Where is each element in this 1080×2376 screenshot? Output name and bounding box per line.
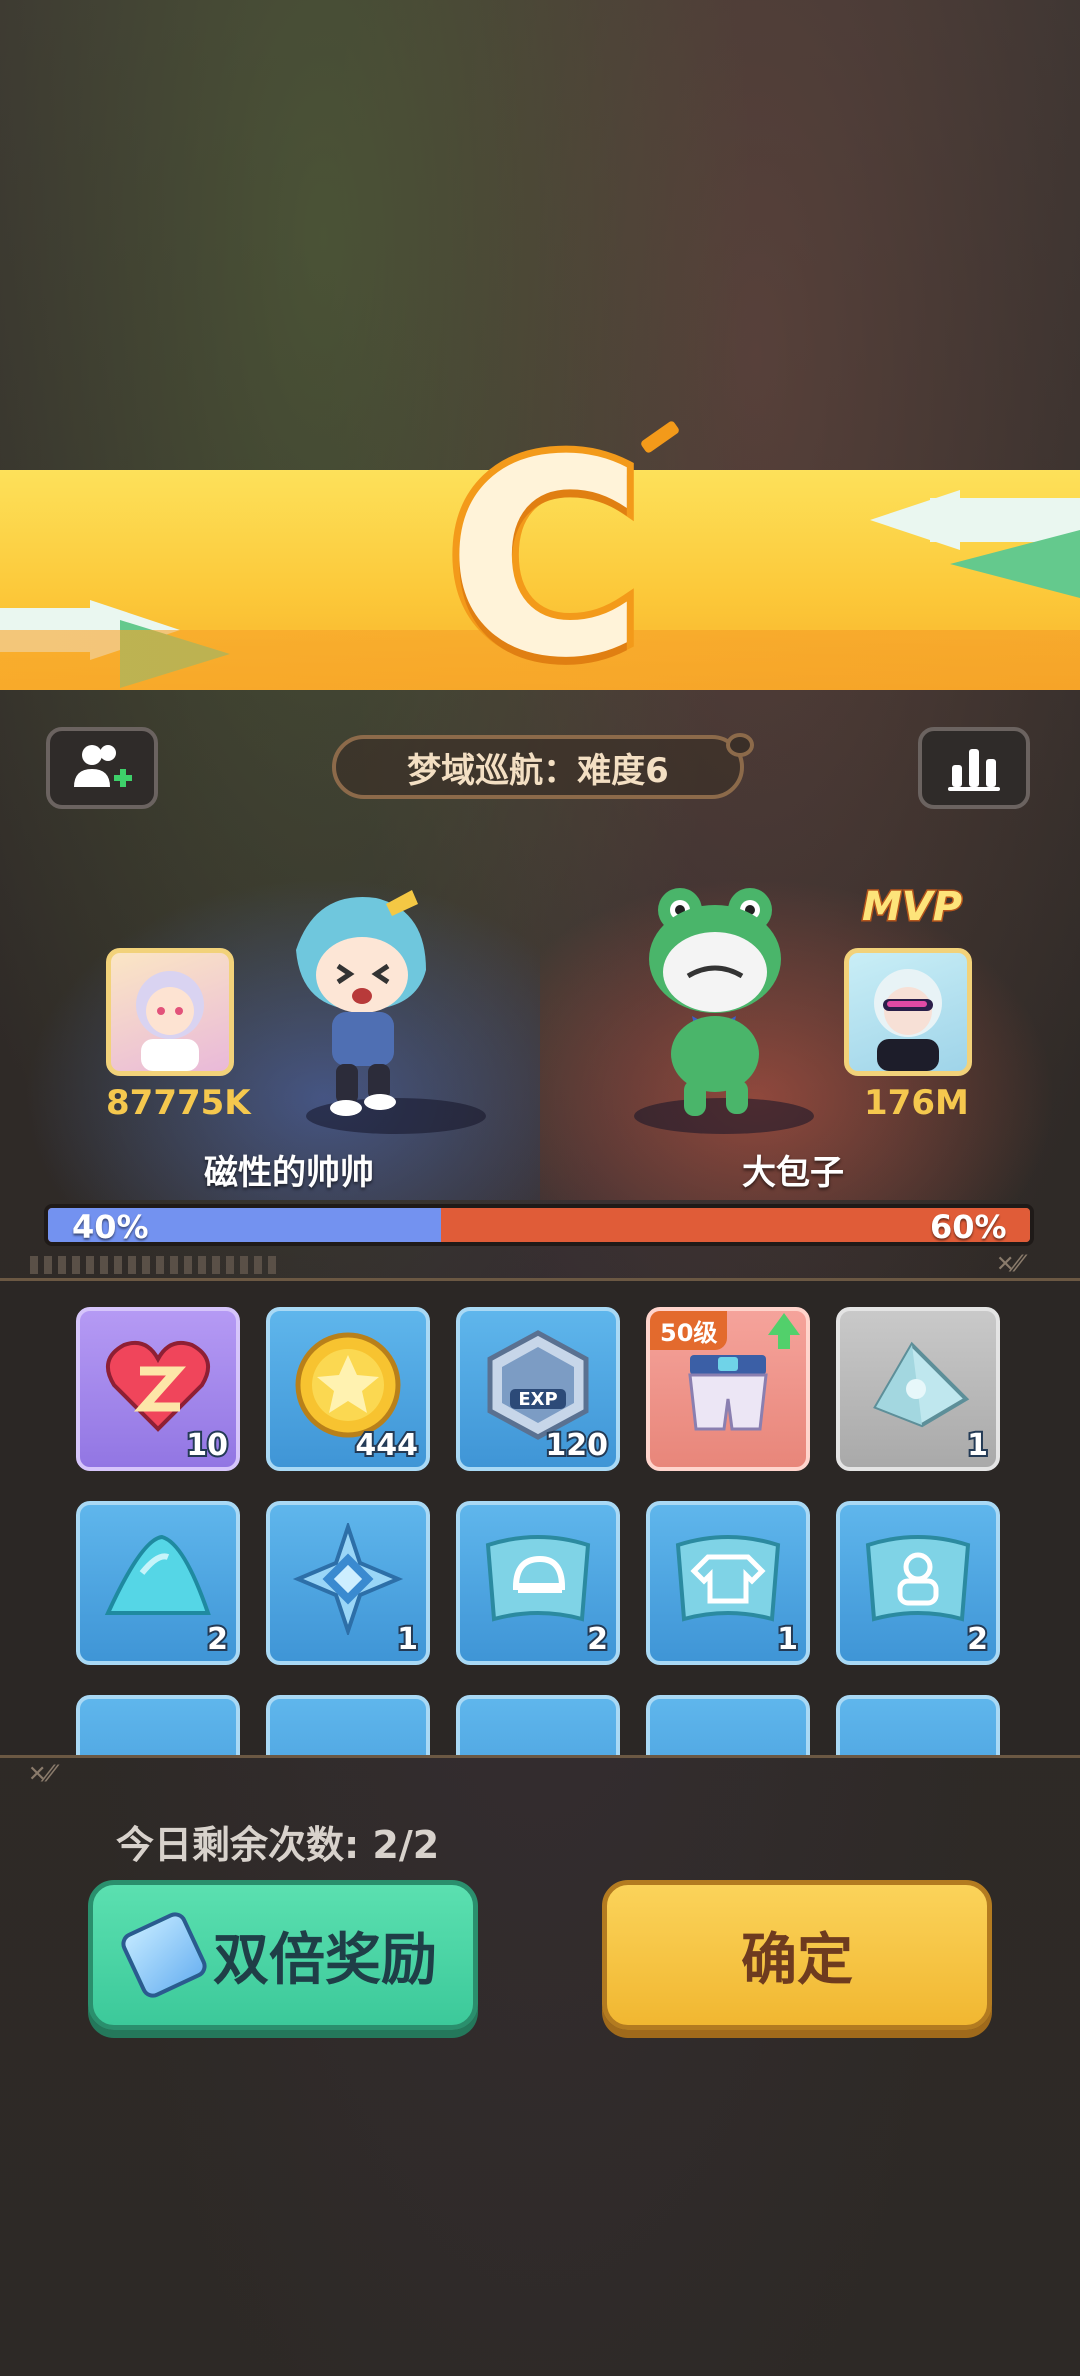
reward-item[interactable]: 444 — [266, 1307, 430, 1471]
boy-character-sprite — [296, 890, 426, 1116]
reward-item[interactable] — [646, 1695, 810, 1755]
left-arrow-icon — [950, 530, 1080, 598]
right-player-avatar[interactable] — [844, 948, 972, 1076]
double-reward-label: 双倍奖励 — [213, 1927, 437, 1993]
add-friend-button[interactable] — [46, 727, 158, 809]
left-player-score: 87775K — [106, 1083, 251, 1123]
reward-quantity: 120 — [543, 1426, 610, 1465]
right-percent: 60% — [930, 1208, 1007, 1246]
heart-z-icon — [102, 1329, 214, 1441]
reward-item[interactable]: 1 — [836, 1307, 1000, 1471]
reward-quantity: 1 — [395, 1620, 420, 1659]
reward-quantity: 444 — [353, 1426, 420, 1465]
add-friend-icon — [74, 745, 132, 787]
reward-item[interactable]: 2 — [76, 1501, 240, 1665]
ticket-icon — [117, 1908, 211, 2002]
reward-item[interactable]: 1 — [266, 1501, 430, 1665]
pill-decoration — [726, 733, 754, 757]
reward-item[interactable] — [76, 1695, 240, 1755]
left-arrow-icon — [870, 490, 960, 550]
panel-decoration-mark: ✕⁄⁄ — [996, 1252, 1022, 1277]
reward-quantity: 1 — [965, 1426, 990, 1465]
panel-decoration-mark: ✕⁄⁄ — [28, 1762, 54, 1787]
cyber-girl-portrait-icon — [874, 969, 942, 1071]
mvp-badge: MVP — [860, 883, 963, 932]
reward-item[interactable]: EXP 120 — [456, 1307, 620, 1471]
double-reward-button[interactable]: 双倍奖励 — [88, 1880, 478, 2030]
damage-share-bar — [44, 1204, 1034, 1246]
rewards-panel[interactable]: 10 444 EXP 120 50级 1 2 1 2 1 2 — [0, 1278, 1080, 1758]
exp-badge-icon: EXP — [482, 1329, 594, 1441]
gold-coin-icon — [292, 1329, 404, 1441]
girl-portrait-icon — [136, 971, 204, 1071]
reward-item[interactable] — [456, 1695, 620, 1755]
reward-item[interactable]: 10 — [76, 1307, 240, 1471]
reward-quantity: 10 — [184, 1426, 230, 1465]
panel-decoration-strip — [30, 1256, 280, 1274]
left-player-avatar[interactable] — [106, 948, 234, 1076]
left-percent: 40% — [72, 1208, 149, 1246]
mode-label: 梦域巡航：难度6 — [407, 750, 669, 791]
statistics-button[interactable] — [918, 727, 1030, 809]
confirm-label: 确定 — [741, 1927, 853, 1993]
accessory-blueprint-icon — [862, 1523, 974, 1635]
clothes-blueprint-icon — [672, 1523, 784, 1635]
grade-letter: C — [439, 402, 651, 717]
reward-item[interactable]: 50级 — [646, 1307, 810, 1471]
mode-label-pill: 梦域巡航：难度6 — [332, 733, 754, 799]
helmet-blueprint-icon — [482, 1523, 594, 1635]
frog-character-sprite — [649, 888, 781, 1116]
remaining-attempts: 今日剩余次数: 2/2 — [116, 1823, 440, 1867]
right-player-score: 176M — [864, 1083, 969, 1123]
reward-quantity: 2 — [205, 1620, 230, 1659]
reward-item[interactable] — [266, 1695, 430, 1755]
upgrade-arrow-icon — [768, 1313, 800, 1349]
bar-chart-icon — [948, 749, 1000, 791]
reward-quantity: 2 — [585, 1620, 610, 1659]
reward-item[interactable]: 2 — [456, 1501, 620, 1665]
crystal-shard-icon — [862, 1329, 974, 1441]
reward-item[interactable]: 1 — [646, 1501, 810, 1665]
blue-sand-pile-icon — [102, 1523, 214, 1635]
reward-item[interactable] — [836, 1695, 1000, 1755]
right-player-name: 大包子 — [742, 1153, 844, 1193]
blue-crystal-star-icon — [292, 1523, 404, 1635]
rewards-grid: 10 444 EXP 120 50级 1 2 1 2 1 2 — [76, 1307, 1000, 1755]
confirm-button[interactable]: 确定 — [602, 1880, 992, 2030]
reward-item[interactable]: 2 — [836, 1501, 1000, 1665]
level-badge: 50级 — [650, 1311, 728, 1350]
left-player-name: 磁性的帅帅 — [204, 1153, 374, 1193]
reward-quantity: 2 — [965, 1620, 990, 1659]
svg-text:EXP: EXP — [518, 1389, 557, 1410]
reward-quantity: 1 — [775, 1620, 800, 1659]
